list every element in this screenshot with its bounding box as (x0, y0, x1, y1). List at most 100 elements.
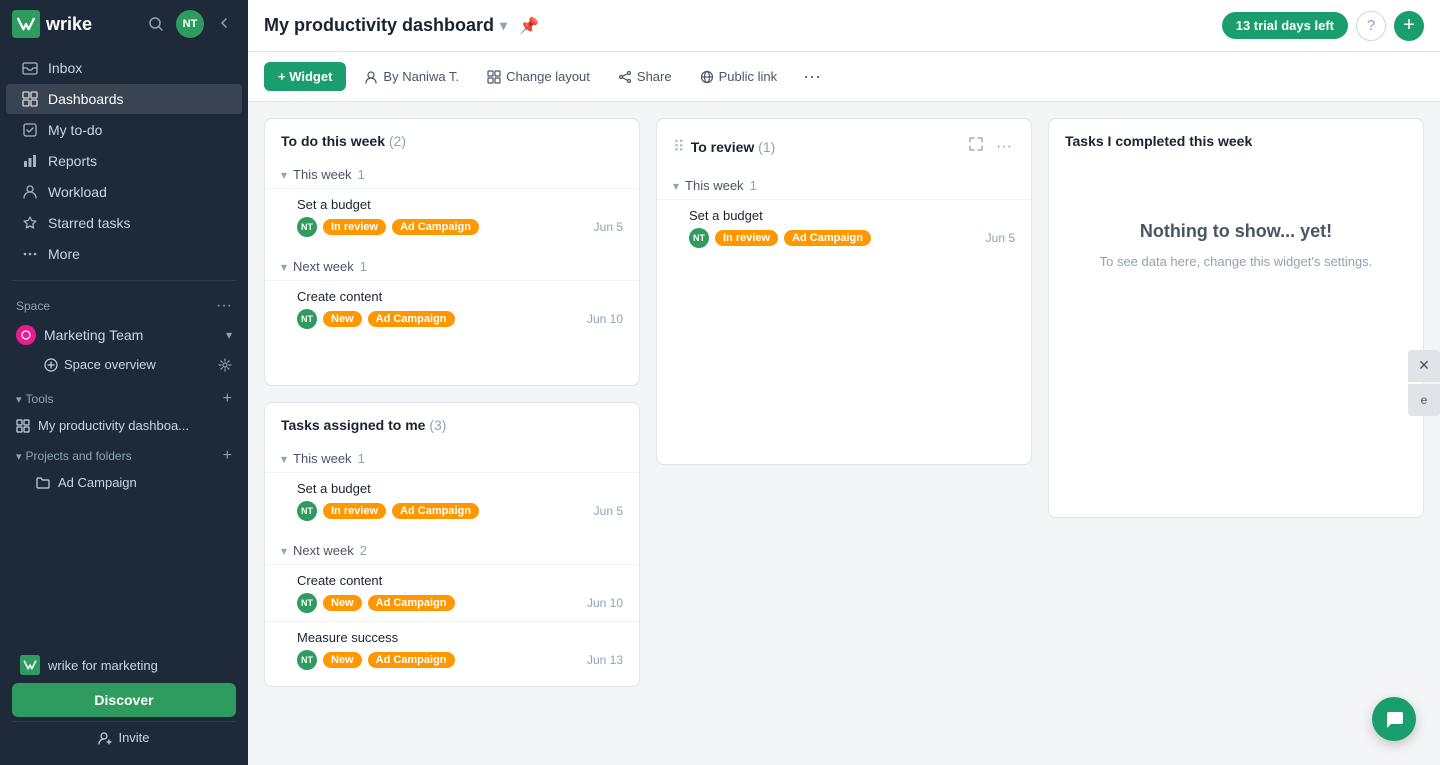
space-more-button[interactable]: ··· (216, 297, 232, 315)
review-widget-title: To review (1) (691, 139, 965, 155)
project-item-ad-campaign[interactable]: Ad Campaign (8, 469, 240, 496)
toolbar-more-button[interactable]: ··· (795, 62, 829, 91)
completed-widget-title: Tasks I completed this week (1065, 133, 1252, 149)
assigned-task-name-2-2: Measure success (297, 630, 623, 645)
review-week-group-1: ▾ This week 1 Set a budget NT In review … (657, 172, 1031, 264)
projects-add-button[interactable]: + (223, 447, 232, 465)
review-widget-expand-button[interactable] (965, 133, 987, 160)
todo-task-1-1[interactable]: Set a budget NT In review Ad Campaign Ju… (265, 188, 639, 245)
author-button[interactable]: By Naniwa T. (354, 62, 469, 91)
invite-button[interactable]: Invite (12, 721, 236, 753)
space-label: Space (16, 299, 50, 313)
todo-task-name-2-1: Create content (297, 289, 623, 304)
sidebar-item-more[interactable]: More (6, 239, 242, 269)
wrike-marketing-promo: wrike for marketing (12, 647, 236, 683)
share-button[interactable]: Share (608, 62, 682, 91)
drag-handle-icon[interactable]: ⠿ (673, 137, 685, 157)
sidebar-item-inbox[interactable]: Inbox (6, 53, 242, 83)
assigned-task-campaign-2-2: Ad Campaign (368, 652, 455, 668)
global-add-button[interactable]: + (1394, 11, 1424, 41)
sidebar-item-dashboards[interactable]: Dashboards (6, 84, 242, 114)
sidebar-item-dashboards-label: Dashboards (48, 91, 124, 107)
sidebar-item-starred[interactable]: Starred tasks (6, 208, 242, 238)
trial-badge-button[interactable]: 13 trial days left (1222, 12, 1348, 39)
author-label: By Naniwa T. (383, 69, 459, 84)
sidebar-top: wrike NT (0, 0, 248, 48)
todo-widget: To do this week (2) ▾ This week 1 Set a … (264, 118, 640, 386)
change-layout-button[interactable]: Change layout (477, 62, 600, 91)
tools-add-button[interactable]: + (223, 390, 232, 408)
completed-empty-state: Nothing to show... yet! To see data here… (1049, 161, 1423, 332)
space-chevron-icon: ▾ (226, 328, 232, 342)
todo-task-2-1[interactable]: Create content NT New Ad Campaign Jun 10 (265, 280, 639, 337)
review-widget: ⠿ To review (1) ··· (656, 118, 1032, 465)
completed-widget: Tasks I completed this week Nothing to s… (1048, 118, 1424, 518)
review-task-status-1-1: In review (715, 230, 778, 246)
sidebar-collapse-button[interactable] (212, 11, 236, 38)
public-link-icon (700, 70, 714, 84)
assigned-task-status-1-1: In review (323, 503, 386, 519)
review-task-1-1[interactable]: Set a budget NT In review Ad Campaign Ju… (657, 199, 1031, 256)
sidebar-item-workload[interactable]: Workload (6, 177, 242, 207)
dashboard-icon (16, 419, 30, 433)
tools-item-dashboard[interactable]: My productivity dashboa... (8, 412, 240, 439)
review-widget-more-button[interactable]: ··· (993, 135, 1015, 159)
assigned-task-meta-1-1: NT In review Ad Campaign Jun 5 (297, 501, 623, 521)
user-avatar[interactable]: NT (176, 10, 204, 38)
widget-col-3: Tasks I completed this week Nothing to s… (1048, 118, 1424, 749)
add-widget-button[interactable]: + Widget (264, 62, 346, 91)
assigned-widget-count: (3) (429, 417, 446, 433)
top-header: My productivity dashboard ▾ 📌 13 trial d… (248, 0, 1440, 52)
todo-week-label-1[interactable]: ▾ This week 1 (265, 161, 639, 188)
todo-task-meta-1-1: NT In review Ad Campaign Jun 5 (297, 217, 623, 237)
space-overview-item[interactable]: Space overview (8, 351, 240, 378)
assigned-task-2-1[interactable]: Create content NT New Ad Campaign Jun 10 (265, 564, 639, 621)
review-widget-empty-space (657, 264, 1031, 464)
assigned-week-group-1: ▾ This week 1 Set a budget NT In review … (265, 445, 639, 537)
sidebar-nav: Inbox Dashboards My to-do Rep (0, 48, 248, 274)
assigned-task-status-2-1: New (323, 595, 362, 611)
search-button[interactable] (144, 12, 168, 36)
share-label: Share (637, 69, 672, 84)
todo-task-name-1-1: Set a budget (297, 197, 623, 212)
sidebar-bottom: wrike for marketing Discover Invite (0, 635, 248, 765)
todo-week-label-2[interactable]: ▾ Next week 1 (265, 253, 639, 280)
sidebar-item-my-todo[interactable]: My to-do (6, 115, 242, 145)
settings-icon[interactable] (218, 358, 232, 372)
review-week-label-1[interactable]: ▾ This week 1 (657, 172, 1031, 199)
assigned-week-label-2[interactable]: ▾ Next week 2 (265, 537, 639, 564)
sidebar-item-reports[interactable]: Reports (6, 146, 242, 176)
tools-section: ▾ Tools + My productivity dashboa... (0, 384, 248, 441)
todo-task-avatar-2-1: NT (297, 309, 317, 329)
projects-header[interactable]: ▾ Projects and folders + (8, 443, 240, 469)
title-chevron-icon[interactable]: ▾ (500, 17, 507, 34)
space-item-marketing[interactable]: Marketing Team ▾ (8, 319, 240, 351)
chat-fab-button[interactable] (1372, 697, 1416, 741)
invite-label: Invite (118, 730, 149, 745)
assigned-week-label-1[interactable]: ▾ This week 1 (265, 445, 639, 472)
pin-button[interactable]: 📌 (515, 12, 543, 40)
space-overview-label: Space overview (64, 357, 156, 372)
assigned-task-meta-2-2: NT New Ad Campaign Jun 13 (297, 650, 623, 670)
sidebar-item-workload-label: Workload (48, 184, 107, 200)
page-title-container: My productivity dashboard ▾ (264, 15, 507, 36)
discover-button[interactable]: Discover (12, 683, 236, 717)
space-section: Space ··· Marketing Team ▾ Space overv (0, 287, 248, 384)
widget-col-2: ⠿ To review (1) ··· (656, 118, 1032, 749)
add-widget-label: + Widget (278, 69, 332, 84)
public-link-button[interactable]: Public link (690, 62, 788, 91)
assigned-task-status-2-2: New (323, 652, 362, 668)
author-icon (364, 70, 378, 84)
wrike-marketing-label: wrike for marketing (48, 658, 158, 673)
assigned-task-name-1-1: Set a budget (297, 481, 623, 496)
todo-task-status-1-1: In review (323, 219, 386, 235)
side-panel-edit-button[interactable]: e (1408, 384, 1440, 416)
side-panel-close-button[interactable]: ✕ (1408, 350, 1440, 382)
assigned-widget-title: Tasks assigned to me (3) (281, 417, 446, 433)
assigned-task-1-1[interactable]: Set a budget NT In review Ad Campaign Ju… (265, 472, 639, 529)
chat-icon (1383, 708, 1405, 730)
review-widget-actions: ··· (965, 133, 1015, 160)
review-widget-count: (1) (758, 139, 775, 155)
help-button[interactable]: ? (1356, 11, 1386, 41)
assigned-task-2-2[interactable]: Measure success NT New Ad Campaign Jun 1… (265, 621, 639, 678)
